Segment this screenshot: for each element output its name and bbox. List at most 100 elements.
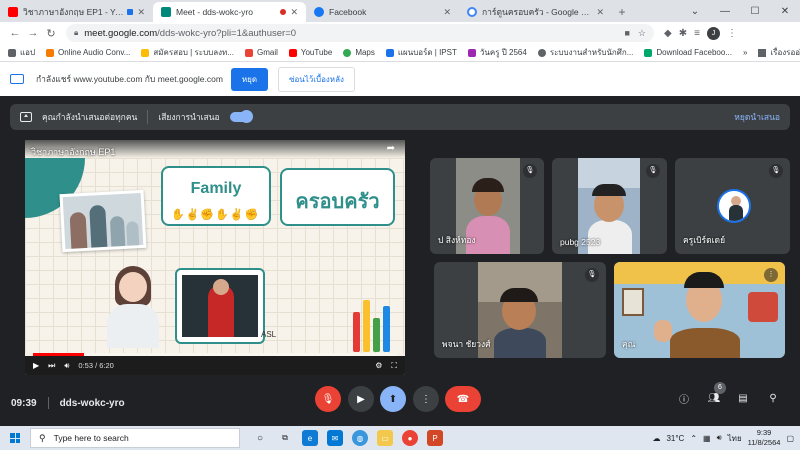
participant-tile[interactable]: 🎙︎ พจนา ชัยวงศ์ — [434, 262, 606, 358]
network-icon[interactable]: ▦ — [703, 434, 711, 443]
new-tab-button[interactable]: + — [612, 2, 632, 22]
taskbar-search-placeholder: Type here to search — [53, 433, 129, 443]
bookmarks-overflow-button[interactable]: » — [743, 48, 747, 57]
task-view-icon[interactable]: ⧉ — [277, 430, 293, 446]
bookmarks-bar: แอป Online Audio Conv... สมัครสอบ | ระบบ… — [0, 44, 800, 62]
presented-video[interactable]: วิชาภาษาอังกฤษ EP1 ➦ Family ✋✌✊✋✌✊ ครอบค… — [25, 140, 405, 375]
tab-youtube[interactable]: วิชาภาษาอังกฤษ EP1 - YouTube ✕ — [0, 2, 153, 22]
tab-facebook[interactable]: Facebook ✕ — [306, 2, 459, 22]
settings-icon[interactable]: ⚙ — [375, 361, 382, 371]
hang-up-icon: ☎ — [456, 393, 470, 405]
close-icon[interactable]: ✕ — [137, 7, 145, 18]
tab-google-search[interactable]: การ์ตูนครอบครัว - Google Search ✕ — [459, 2, 612, 22]
file-explorer-icon[interactable]: ▭ — [377, 430, 393, 446]
back-icon[interactable]: ← — [6, 27, 24, 39]
bookmark-item[interactable]: YouTube — [288, 48, 333, 57]
address-bar[interactable]: 🔒︎ meet.google.com/dds-wokc-yro?pli=1&au… — [66, 24, 654, 42]
bookmark-label: YouTube — [300, 48, 333, 57]
maps-pin-icon — [343, 48, 352, 57]
leave-call-button[interactable]: ☎ — [445, 386, 481, 412]
sign-language-video — [175, 268, 265, 344]
tab-meet[interactable]: Meet - dds-wokc-yro ✕ — [153, 2, 306, 22]
mail-icon[interactable]: ✉ — [327, 430, 343, 446]
profile-avatar[interactable]: J — [706, 26, 720, 40]
participant-tile[interactable]: 🎙︎ ครูเบิร์ดเดย์ — [675, 158, 790, 254]
tab-label: Facebook — [329, 7, 367, 17]
show-hidden-icons[interactable]: ⌃ — [690, 434, 697, 443]
bookmark-item[interactable]: ระบบงานสำหรับนักศึก... — [537, 46, 633, 59]
close-icon[interactable]: ✕ — [596, 7, 604, 18]
bookmark-item[interactable]: Maps — [343, 48, 375, 57]
bookmark-item[interactable]: สมัครสอบ | ระบบลงท... — [141, 46, 234, 59]
taskbar-search-box[interactable]: ⚲ Type here to search — [30, 428, 240, 448]
bookmark-item[interactable]: Download Faceboo... — [644, 48, 732, 57]
globe-app-icon[interactable]: ◍ — [352, 430, 368, 446]
bookmark-item[interactable]: Online Audio Conv... — [46, 48, 130, 57]
apps-grid-icon — [8, 48, 16, 57]
browser-tab-strip: วิชาภาษาอังกฤษ EP1 - YouTube ✕ Meet - dd… — [0, 0, 800, 22]
stop-presenting-button[interactable]: หยุดนำเสนอ — [734, 110, 780, 124]
meeting-code: dds-wokc-yro — [59, 397, 125, 409]
tab-label: Meet - dds-wokc-yro — [176, 7, 253, 17]
media-icon[interactable]: ≡ — [694, 28, 700, 39]
hide-sharebar-button[interactable]: ซ่อนไว้เบื้องหลัง — [278, 66, 355, 92]
edge-icon[interactable]: e — [302, 430, 318, 446]
microphone-toggle-button[interactable]: 🎙︎ — [315, 386, 341, 412]
activities-icon[interactable]: ⚲ — [764, 389, 782, 407]
notifications-icon[interactable]: ▢ — [786, 434, 794, 443]
mic-off-icon: 🎙︎ — [646, 164, 660, 178]
play-icon[interactable]: ▶ — [33, 361, 39, 370]
next-icon[interactable]: ⏭ — [48, 361, 55, 371]
more-options-button[interactable]: ⋮ — [413, 386, 439, 412]
weather-icon[interactable]: ☁ — [652, 434, 660, 443]
present-now-button[interactable]: ⬆ — [380, 386, 406, 412]
bookmark-item[interactable]: Gmail — [244, 48, 278, 57]
reload-icon[interactable]: ↻ — [42, 27, 60, 40]
fullscreen-icon[interactable]: ⛶ — [391, 361, 397, 371]
mic-off-icon: 🎙︎ — [321, 393, 335, 405]
tab-search-icon[interactable]: ⌄ — [680, 6, 710, 17]
bookmark-star-icon[interactable]: ☆ — [638, 28, 646, 39]
taskbar-apps: ○ ⧉ e ✉ ◍ ▭ ● P — [252, 430, 443, 446]
close-icon[interactable]: ✕ — [443, 7, 451, 18]
cortana-icon[interactable]: ○ — [252, 430, 268, 446]
camera-toggle-button[interactable]: ▶ — [348, 386, 374, 412]
volume-icon[interactable]: 🔊︎ — [64, 361, 69, 371]
participant-tile-self[interactable]: ⋮ คุณ — [614, 262, 785, 358]
language-indicator[interactable]: ไทย — [728, 432, 742, 445]
meeting-details-icon[interactable]: ⓘ — [675, 389, 693, 407]
close-icon[interactable]: ✕ — [290, 7, 298, 18]
bookmark-label: วันครู ปี 2564 — [479, 48, 527, 57]
participant-tile[interactable]: 🎙︎ pubg 2523 — [552, 158, 667, 254]
close-window-icon[interactable]: ✕ — [770, 6, 800, 17]
share-arrow-icon[interactable]: ➦ — [387, 143, 395, 154]
chrome-icon[interactable]: ● — [402, 430, 418, 446]
extension-icon[interactable]: ◆ — [664, 28, 672, 39]
presentation-audio-toggle[interactable] — [229, 110, 253, 123]
bookmark-item[interactable]: วันครู ปี 2564 — [467, 46, 527, 59]
participant-tile[interactable]: 🎙︎ ป สิงห์ทอง — [430, 158, 544, 254]
reading-list-button[interactable]: เรื่องรออ่าน — [758, 46, 800, 59]
bookmark-item[interactable]: แผนบอร์ด | IPST — [385, 46, 457, 59]
windows-taskbar: ⚲ Type here to search ○ ⧉ e ✉ ◍ ▭ ● P ☁ … — [0, 426, 800, 450]
ipst-icon — [385, 48, 394, 57]
menu-icon[interactable]: ⋮ — [727, 28, 737, 39]
thai-word: ครอบครัว — [295, 191, 380, 213]
screen-share-bar: กำลังแชร์ www.youtube.com กับ meet.googl… — [0, 62, 800, 96]
extensions-puzzle-icon[interactable]: ✱ — [679, 28, 687, 39]
chat-icon[interactable]: ▤ — [734, 389, 752, 407]
forward-icon[interactable]: → — [24, 27, 42, 39]
maximize-icon[interactable]: ☐ — [740, 6, 770, 17]
lock-icon[interactable]: 🔒︎ — [74, 28, 78, 38]
stop-sharing-button[interactable]: หยุด — [230, 67, 269, 91]
facebook-icon — [314, 7, 324, 17]
taskbar-clock[interactable]: 9:39 11/8/2564 — [748, 428, 781, 448]
more-options-icon[interactable]: ⋮ — [764, 268, 778, 282]
present-screen-icon: ⬆ — [388, 393, 398, 405]
bookmark-item[interactable]: แอป — [8, 46, 35, 59]
camera-in-use-icon[interactable]: ■ — [624, 28, 629, 39]
volume-icon[interactable]: 🔊︎ — [717, 433, 722, 443]
windows-start-icon[interactable] — [10, 433, 20, 443]
powerpoint-icon[interactable]: P — [427, 430, 443, 446]
minimize-icon[interactable]: — — [710, 6, 740, 17]
